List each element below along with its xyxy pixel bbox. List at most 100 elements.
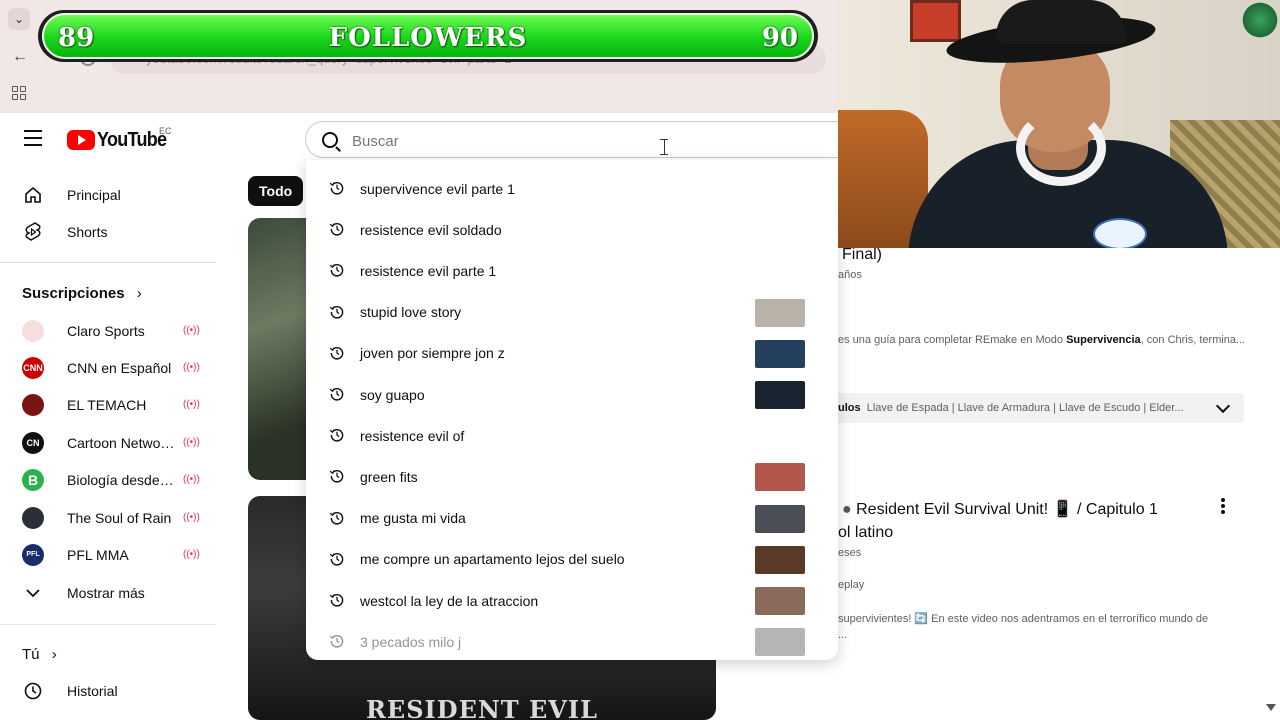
suggestion-thumbnail [755, 463, 805, 492]
channel-avatar: PFL [22, 543, 44, 566]
text-cursor-icon [660, 139, 668, 155]
suggestion-text: me gusta mi vida [360, 510, 466, 527]
live-icon: ((•)) [183, 474, 200, 485]
channel-avatar [22, 319, 44, 342]
webcam-overlay [838, 0, 1280, 248]
sidebar-item-subscription[interactable]: CN Cartoon Network… ((•)) [0, 424, 216, 461]
live-icon: ((•)) [183, 399, 200, 410]
chevron-right-icon: › [51, 646, 57, 663]
suggestion-item[interactable]: joven por siempre jon z [306, 333, 838, 374]
sidebar-item-label: Shorts [67, 223, 108, 240]
suggestion-item[interactable]: resistence evil parte 1 [306, 250, 838, 291]
sidebar-item-history[interactable]: Historial [0, 672, 216, 709]
suggestion-item[interactable]: stupid love story [306, 292, 838, 333]
show-more-label: Mostrar más [67, 584, 145, 601]
history-icon [329, 593, 344, 607]
history-icon [329, 264, 344, 277]
sidebar-item-label: EL TEMACH [67, 396, 147, 413]
suggestion-item[interactable]: resistence evil soldado [306, 209, 838, 250]
sidebar-show-more[interactable]: Mostrar más [0, 574, 216, 611]
history-icon [329, 511, 344, 525]
scroll-down-arrow-icon[interactable] [1266, 704, 1276, 711]
shirt-logo [1093, 218, 1147, 248]
live-icon: ((•)) [183, 549, 200, 560]
sidebar-item-subscription[interactable]: The Soul of Rain ((•)) [0, 499, 216, 536]
suggestion-item[interactable]: 3 pecados milo j [306, 621, 838, 660]
youtube-logo[interactable]: YouTube [67, 129, 174, 151]
menu-icon[interactable] [24, 130, 42, 146]
suggestion-thumbnail [755, 381, 805, 409]
more-options-icon[interactable] [1221, 498, 1225, 516]
history-icon [329, 635, 344, 648]
suggestion-item[interactable]: green fits [306, 456, 838, 497]
suggestion-item[interactable]: supervivence evil parte 1 [306, 168, 838, 209]
suggestion-thumbnail [755, 545, 805, 574]
video-description: supervivientes! 🔄 En este video nos aden… [838, 613, 1209, 625]
video-thumbnail[interactable] [248, 218, 308, 480]
suggestion-item[interactable]: me compre un apartamento lejos del suelo [306, 539, 838, 580]
suggestion-text: soy guapo [360, 386, 425, 403]
you-title: Tú [22, 646, 40, 663]
suggestion-thumbnail [755, 298, 805, 327]
search-box[interactable] [305, 121, 845, 158]
history-icon [22, 681, 44, 701]
video-title[interactable]: Final) [842, 246, 882, 264]
live-icon: ((•)) [183, 362, 200, 373]
video-description-continued: ... [838, 629, 848, 641]
suggestion-text: joven por siempre jon z [360, 345, 505, 362]
tab-search-icon[interactable]: ⌄ [8, 8, 30, 30]
subscriptions-header[interactable]: Suscripciones › [22, 285, 142, 302]
sidebar-item-label: The Soul of Rain [67, 509, 172, 526]
channel-avatar [22, 393, 44, 416]
channel-name[interactable]: eplay [838, 579, 864, 591]
suggestion-item[interactable]: resistence evil of [306, 415, 838, 456]
sidebar-item-principal[interactable]: Principal [0, 176, 216, 213]
chevron-right-icon: › [136, 285, 142, 302]
channel-avatar: B [22, 468, 44, 491]
live-icon: ((•)) [183, 437, 200, 448]
apps-grid-icon[interactable] [12, 86, 26, 100]
home-icon [22, 185, 44, 205]
search-input[interactable] [350, 128, 794, 154]
sidebar-item-subscription[interactable]: CNN CNN en Español ((•)) [0, 349, 216, 386]
chevron-down-icon [22, 588, 44, 598]
subscriptions-title: Suscripciones [22, 285, 125, 302]
video-title-continued: ol latino [838, 524, 894, 541]
sidebar-item-label: PFL MMA [67, 546, 129, 563]
suggestion-thumbnail [755, 587, 805, 615]
sidebar-item-subscription[interactable]: Claro Sports ((•)) [0, 312, 216, 349]
shorts-icon [22, 221, 44, 243]
chip-all[interactable]: Todo [248, 176, 304, 206]
suggestion-item[interactable]: westcol la ley de la atraccion [306, 580, 838, 621]
plant [1240, 0, 1280, 40]
sidebar-item-label: Historial [67, 682, 118, 699]
sidebar-item-shorts[interactable]: Shorts [0, 213, 216, 250]
you-header[interactable]: Tú › [22, 646, 57, 663]
suggestion-item[interactable]: me gusta mi vida [306, 498, 838, 539]
suggestion-item[interactable]: soy guapo [306, 374, 838, 415]
video-meta: eses [838, 547, 862, 559]
suggestion-text: supervivence evil parte 1 [360, 180, 515, 197]
history-icon [329, 552, 344, 566]
history-icon [329, 305, 344, 319]
history-icon [329, 429, 344, 442]
back-arrow-icon[interactable]: ← [12, 48, 28, 66]
suggestion-thumbnail [755, 339, 805, 368]
sidebar-divider [0, 624, 216, 625]
history-icon [329, 346, 344, 360]
suggestion-text: resistence evil of [360, 427, 465, 444]
sidebar-item-subscription[interactable]: PFL PFL MMA ((•)) [0, 536, 216, 573]
headphones [1016, 110, 1106, 186]
followers-title: FOLLOWERS [328, 23, 528, 53]
sidebar-item-subscription[interactable]: B Biología desde c… ((•)) [0, 461, 216, 498]
suggestion-text: resistence evil parte 1 [360, 262, 497, 279]
chapters-bar[interactable]: ulos Llave de Espada | Llave de Armadura… [830, 393, 1244, 423]
region-code: EC [159, 126, 172, 136]
followers-goal-count: 90 [761, 23, 798, 53]
sidebar-item-label: Cartoon Network… [67, 434, 175, 451]
sidebar-item-subscription[interactable]: EL TEMACH ((•)) [0, 386, 216, 423]
channel-avatar: CNN [22, 356, 44, 379]
history-icon [329, 181, 344, 195]
channel-avatar: CN [22, 431, 44, 454]
video-title[interactable]: ● Resident Evil Survival Unit! 📱 / Capit… [842, 499, 1158, 519]
